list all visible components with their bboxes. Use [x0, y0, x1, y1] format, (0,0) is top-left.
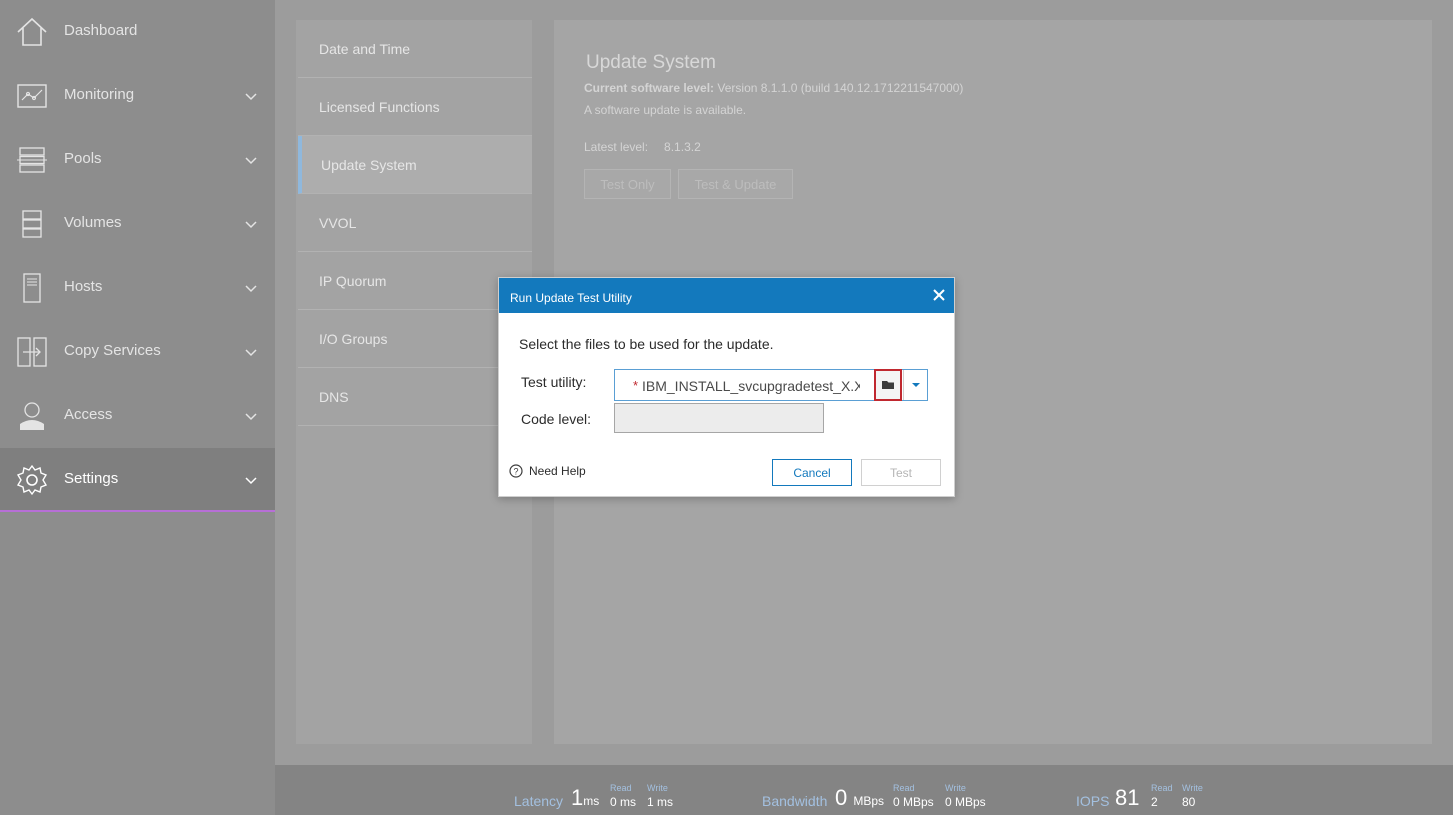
- monitoring-icon: [17, 84, 47, 108]
- run-update-test-utility-dialog: Run Update Test Utility Select the files…: [498, 277, 955, 497]
- chevron-down-icon[interactable]: [244, 476, 258, 486]
- chevron-down-icon[interactable]: [244, 156, 258, 166]
- chevron-down-icon[interactable]: [244, 92, 258, 102]
- sidebar-item-label: Pools: [64, 150, 102, 167]
- sidebar-item-label: Dashboard: [64, 22, 138, 39]
- performance-status-bar: Latency 1ms Read 0 ms Write 1 ms Bandwidth…: [275, 765, 1453, 815]
- test-and-update-button[interactable]: Test & Update: [678, 169, 793, 199]
- latency-label: Latency: [514, 793, 564, 809]
- subnav-item-update-system[interactable]: Update System: [298, 136, 532, 194]
- need-help-label: Need Help: [529, 464, 586, 478]
- subnav-item-date-time[interactable]: Date and Time: [298, 20, 532, 78]
- home-icon: [17, 17, 47, 46]
- pools-icon: [17, 147, 47, 173]
- iops-value: 81: [1115, 785, 1140, 810]
- sidebar-item-label: Hosts: [64, 278, 103, 295]
- sidebar-item-label: Volumes: [64, 214, 122, 231]
- latency-value: 1ms: [571, 785, 600, 810]
- caret-down-icon: [912, 383, 920, 387]
- latest-level-value: 8.1.3.2: [664, 140, 701, 154]
- chevron-down-icon[interactable]: [244, 412, 258, 422]
- sidebar: Dashboard Monitoring Pools Volumes Hosts…: [0, 0, 275, 815]
- settings-subnav: Date and Time Licensed Functions Update …: [296, 20, 532, 744]
- chevron-down-icon[interactable]: [244, 348, 258, 358]
- code-level-field: [614, 403, 824, 433]
- dialog-title: Run Update Test Utility: [510, 291, 632, 305]
- need-help-link[interactable]: ? Need Help: [509, 464, 586, 478]
- gear-icon: [16, 464, 48, 496]
- svg-text:?: ?: [513, 467, 518, 477]
- sidebar-item-copy-services[interactable]: Copy Services: [0, 320, 275, 384]
- help-icon: ?: [509, 464, 523, 478]
- copy-services-icon: [17, 337, 47, 367]
- sidebar-item-monitoring[interactable]: Monitoring: [0, 64, 275, 128]
- sidebar-item-label: Access: [64, 406, 113, 423]
- code-level-label: Code level:: [521, 411, 592, 427]
- test-utility-label: Test utility:: [521, 374, 587, 390]
- sidebar-item-settings[interactable]: Settings: [0, 448, 275, 512]
- cancel-button[interactable]: Cancel: [772, 459, 852, 486]
- test-utility-field: *: [614, 369, 928, 401]
- sidebar-item-dashboard[interactable]: Dashboard: [0, 0, 275, 64]
- volumes-icon: [22, 210, 42, 238]
- chevron-down-icon[interactable]: [244, 284, 258, 294]
- user-icon: [20, 402, 44, 430]
- page-title: Update System: [586, 52, 716, 73]
- file-dropdown-button[interactable]: [903, 370, 928, 400]
- sidebar-item-label: Copy Services: [64, 342, 161, 359]
- software-level: Current software level: Version 8.1.1.0 …: [584, 81, 963, 95]
- dialog-instructions: Select the files to be used for the upda…: [519, 336, 774, 352]
- subnav-item-io-groups[interactable]: I/O Groups: [298, 310, 532, 368]
- hosts-icon: [23, 273, 41, 303]
- chevron-down-icon[interactable]: [244, 220, 258, 230]
- subnav-item-ip-quorum[interactable]: IP Quorum: [298, 252, 532, 310]
- test-utility-input[interactable]: [642, 375, 860, 397]
- bandwidth-label: Bandwidth: [762, 793, 828, 809]
- sidebar-item-label: Settings: [64, 470, 119, 487]
- required-marker: *: [633, 378, 639, 393]
- sidebar-item-label: Monitoring: [64, 86, 135, 103]
- subnav-item-dns[interactable]: DNS: [298, 368, 532, 426]
- subnav-item-licensed-functions[interactable]: Licensed Functions: [298, 78, 532, 136]
- test-only-button[interactable]: Test Only: [584, 169, 671, 199]
- close-icon[interactable]: [929, 285, 949, 305]
- latest-level-label: Latest level:: [584, 140, 649, 154]
- folder-icon: [882, 381, 894, 389]
- update-notice: A software update is available.: [584, 103, 747, 117]
- sidebar-item-volumes[interactable]: Volumes: [0, 192, 275, 256]
- sidebar-item-pools[interactable]: Pools: [0, 128, 275, 192]
- iops-label: IOPS: [1076, 793, 1110, 809]
- software-level-label: Current software level:: [584, 81, 715, 95]
- sidebar-item-access[interactable]: Access: [0, 384, 275, 448]
- test-button[interactable]: Test: [861, 459, 941, 486]
- latest-level: Latest level: 8.1.3.2: [584, 140, 701, 154]
- software-level-value: Version 8.1.1.0 (build 140.12.1712211547…: [717, 81, 964, 95]
- subnav-item-vvol[interactable]: VVOL: [298, 194, 532, 252]
- dialog-header: Run Update Test Utility: [499, 278, 954, 313]
- browse-button[interactable]: [874, 369, 902, 401]
- sidebar-item-hosts[interactable]: Hosts: [0, 256, 275, 320]
- bandwidth-value: 0 MBps: [835, 785, 885, 810]
